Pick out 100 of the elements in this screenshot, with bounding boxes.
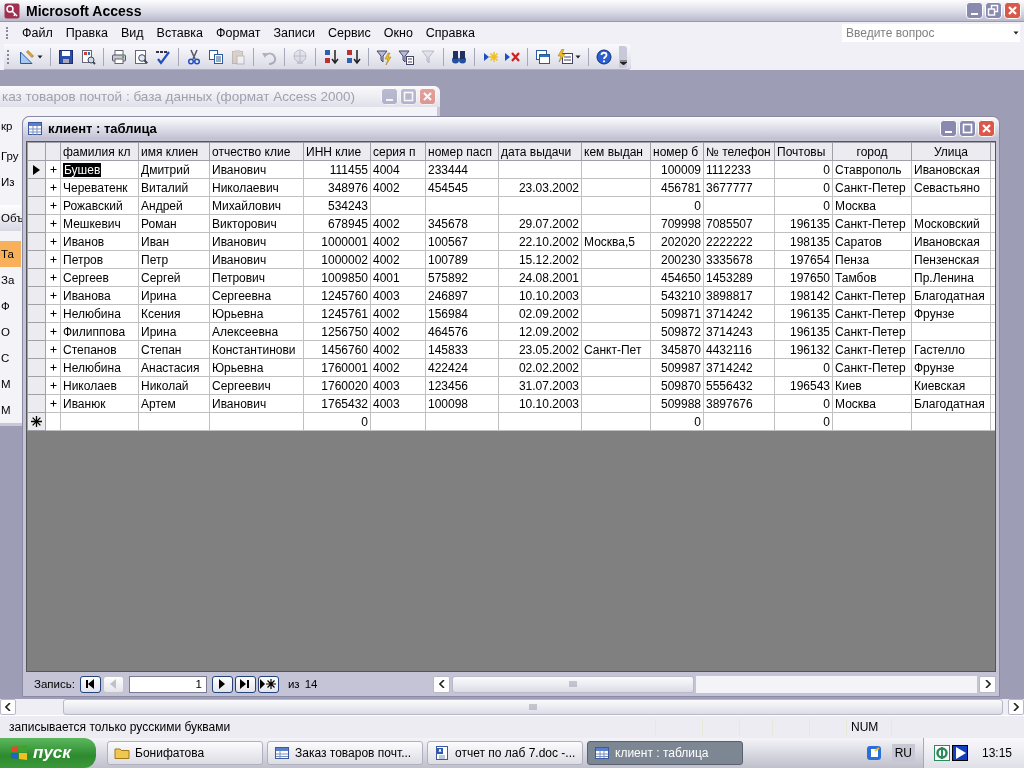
sidebar-item[interactable]: Ф (0, 293, 21, 319)
column-header[interactable]: фамилия кл (60, 142, 139, 161)
column-header[interactable]: № телефон (703, 142, 775, 161)
first-record-button[interactable] (79, 675, 101, 693)
section-header[interactable]: Объ (0, 205, 21, 231)
question-field[interactable]: Введите вопрос (842, 24, 1020, 42)
menu-item[interactable]: Записи (267, 24, 322, 42)
sort-ascending-icon[interactable] (323, 48, 339, 65)
play-icon[interactable] (951, 745, 968, 761)
close-button[interactable] (1004, 2, 1021, 19)
chevron-right-icon[interactable] (984, 680, 991, 688)
tray-icon[interactable] (933, 745, 950, 761)
grip-icon[interactable] (569, 681, 578, 687)
start-button[interactable]: пуск (0, 738, 96, 768)
menu-item[interactable]: Сервис (321, 24, 378, 42)
plus-icon[interactable] (48, 291, 58, 300)
skip-to-start-icon[interactable] (85, 679, 96, 689)
plus-icon[interactable] (48, 273, 58, 282)
column-header[interactable]: номер б (650, 142, 704, 161)
next-record-button[interactable] (211, 675, 233, 693)
scrollbar-thumb[interactable] (452, 675, 695, 693)
plus-icon[interactable] (48, 219, 58, 228)
binoculars-icon[interactable] (451, 48, 467, 65)
spellcheck-icon[interactable] (155, 48, 171, 65)
column-header[interactable]: дата выдачи (498, 142, 582, 161)
toolbar-options-icon[interactable] (619, 59, 627, 65)
printer-icon[interactable] (111, 48, 127, 65)
plus-icon[interactable] (48, 399, 58, 408)
minimize-button[interactable] (966, 2, 983, 19)
new-object-icon[interactable] (557, 48, 573, 65)
menu-item[interactable]: Окно (377, 24, 420, 42)
chevron-left-icon[interactable] (5, 703, 11, 711)
restore-button[interactable] (985, 2, 1002, 19)
taskbar-button[interactable]: клиент : таблица (587, 741, 743, 765)
plus-icon[interactable] (48, 345, 58, 354)
column-header[interactable]: ИНН клие (303, 142, 371, 161)
menu-item[interactable]: Вставка (150, 24, 211, 42)
scroll-left-button[interactable] (433, 675, 451, 693)
funnel-lightning-icon[interactable] (376, 48, 392, 65)
chevron-right-icon[interactable] (1013, 703, 1019, 711)
scroll-right-button[interactable] (979, 675, 996, 693)
page-search-icon[interactable] (80, 48, 96, 65)
sidebar-item[interactable]: О (0, 319, 21, 345)
caret-icon[interactable] (37, 54, 43, 59)
column-header[interactable]: отчество клие (209, 142, 304, 161)
column-header[interactable]: Почтовы (774, 142, 833, 161)
funnel-form-icon[interactable] (398, 48, 414, 65)
ruler-pencil-icon[interactable] (19, 48, 35, 65)
plus-icon[interactable] (48, 165, 58, 174)
new-record-button[interactable] (257, 675, 279, 693)
plus-icon[interactable] (48, 309, 58, 318)
chevron-left-icon[interactable] (438, 680, 445, 688)
scissors-icon[interactable] (186, 48, 202, 65)
copy-icon[interactable] (208, 48, 224, 65)
sidebar-item[interactable]: За (0, 267, 21, 293)
column-header[interactable]: кем выдан (581, 142, 651, 161)
scroll-left-button[interactable] (0, 699, 16, 715)
taskbar-button[interactable]: отчет по лаб 7.doc -... (427, 741, 583, 765)
column-header[interactable]: имя клиен (138, 142, 210, 161)
menu-item[interactable]: Вид (114, 24, 151, 42)
toolbar-button[interactable]: кр (0, 113, 21, 139)
windows-icon[interactable] (535, 48, 551, 65)
plus-icon[interactable] (48, 327, 58, 336)
sidebar-item[interactable]: Гру (0, 143, 21, 169)
column-header[interactable]: номер пасп (425, 142, 499, 161)
menu-item[interactable]: Формат (210, 24, 268, 42)
menu-item[interactable]: Справка (419, 24, 482, 42)
close-button[interactable] (978, 119, 995, 137)
sidebar-item[interactable]: Та (0, 241, 21, 267)
menu-item[interactable]: Файл (16, 24, 60, 42)
plus-icon[interactable] (48, 381, 58, 390)
skip-to-end-icon[interactable] (240, 679, 251, 689)
sidebar-item[interactable]: М (0, 371, 21, 397)
maximize-button[interactable] (959, 119, 976, 137)
plus-icon[interactable] (48, 201, 58, 210)
grip-icon[interactable] (529, 704, 537, 710)
sort-descending-icon[interactable] (345, 48, 361, 65)
scroll-right-button[interactable] (1008, 699, 1024, 715)
caret-icon[interactable] (575, 54, 581, 59)
minimize-button[interactable] (940, 119, 957, 137)
scrollbar-thumb[interactable] (63, 699, 1003, 715)
plus-icon[interactable] (48, 255, 58, 264)
menu-item[interactable]: Правка (59, 24, 115, 42)
taskbar-button[interactable]: Бонифатова (107, 741, 263, 765)
column-header[interactable]: серия п (370, 142, 426, 161)
triangle-asterisk-icon[interactable] (260, 679, 277, 689)
plus-icon[interactable] (48, 183, 58, 192)
language-indicator[interactable]: RU (891, 744, 915, 762)
page-magnifier-icon[interactable] (133, 48, 149, 65)
notepad-icon[interactable] (865, 745, 882, 761)
record-number-field[interactable]: 1 (128, 675, 207, 693)
plus-icon[interactable] (48, 237, 58, 246)
caret-icon[interactable] (1012, 31, 1020, 35)
last-record-button[interactable] (234, 675, 256, 693)
column-header[interactable]: город (832, 142, 912, 161)
column-header[interactable]: Улица (911, 142, 991, 161)
sidebar-item[interactable]: М (0, 397, 21, 423)
sidebar-item[interactable]: С (0, 345, 21, 371)
plus-icon[interactable] (48, 363, 58, 372)
help-icon[interactable] (596, 48, 612, 65)
